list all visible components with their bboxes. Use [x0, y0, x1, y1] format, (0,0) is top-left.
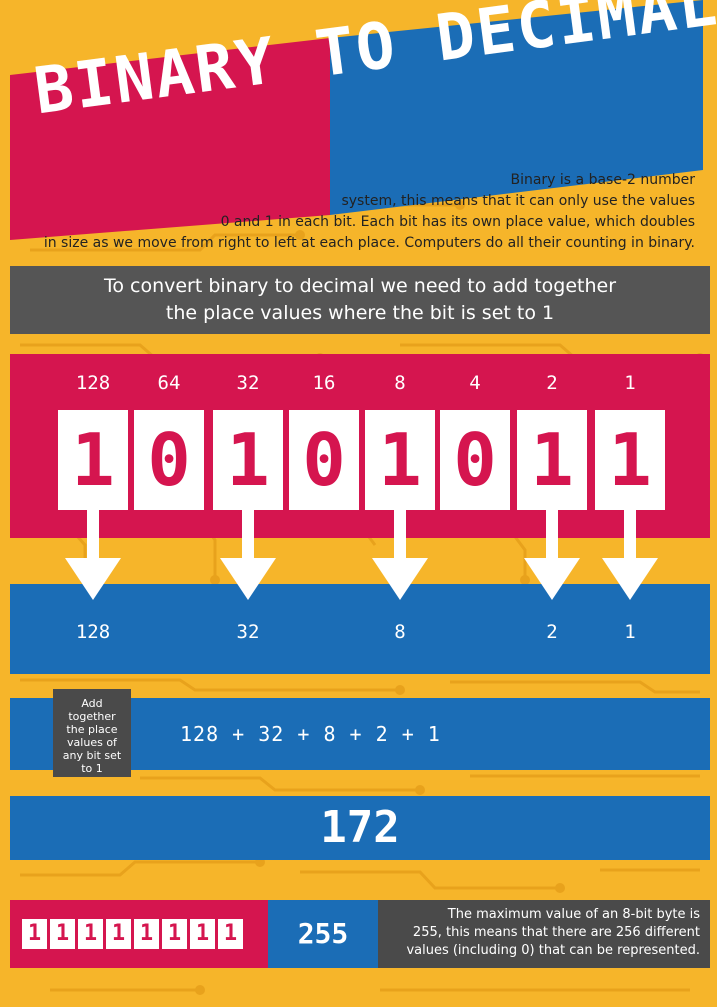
bit-box: 1: [58, 410, 128, 510]
place-value-label: 64: [157, 372, 181, 394]
bit-box: 1: [365, 410, 435, 510]
bit-box: 1: [595, 410, 665, 510]
max-byte-value: 255: [268, 900, 378, 968]
bit-box: 1: [517, 410, 587, 510]
poster: BINARY TO DECIMAL Binary is a base-2 num…: [0, 0, 717, 1007]
intro-line: system, this means that it can only use …: [341, 193, 695, 209]
bit-box: 0: [289, 410, 359, 510]
small-bit-box: 1: [22, 919, 47, 949]
max-byte-description-line: The maximum value of an 8-bit byte is: [447, 907, 700, 922]
intro-line: in size as we move from right to left at…: [43, 235, 695, 251]
instruction-line: the place values where the bit is set to…: [165, 302, 555, 324]
place-value-label: 128: [75, 372, 111, 394]
selected-value: 8: [394, 621, 406, 643]
bit-box: 0: [440, 410, 510, 510]
small-bit-box: 1: [190, 919, 215, 949]
small-bit-box: 1: [218, 919, 243, 949]
place-value-label: 16: [312, 372, 336, 394]
place-value-label: 32: [236, 372, 260, 394]
small-bit-box: 1: [106, 919, 131, 949]
selected-value: 32: [236, 621, 260, 643]
max-byte-description: The maximum value of an 8-bit byte is 25…: [378, 900, 710, 968]
selected-value: 2: [546, 621, 558, 643]
max-byte-description-line: 255, this means that there are 256 diffe…: [412, 925, 700, 940]
intro-text: Binary is a base-2 number system, this m…: [35, 170, 695, 254]
max-byte-bits: 11111111: [22, 919, 246, 949]
place-value-label: 2: [546, 372, 558, 394]
add-label: Add together the place values of any bit…: [53, 689, 131, 777]
small-bit-box: 1: [78, 919, 103, 949]
bit-box: 1: [213, 410, 283, 510]
instruction-banner: To convert binary to decimal we need to …: [10, 266, 710, 334]
intro-line: 0 and 1 in each bit. Each bit has its ow…: [220, 214, 695, 230]
place-value-label: 4: [469, 372, 481, 394]
bit-box: 0: [134, 410, 204, 510]
selected-value: 128: [75, 621, 111, 643]
small-bit-box: 1: [162, 919, 187, 949]
place-value-label: 8: [394, 372, 406, 394]
instruction-line: To convert binary to decimal we need to …: [103, 275, 617, 297]
max-byte-description-line: values (including 0) that can be represe…: [406, 943, 700, 958]
intro-line: Binary is a base-2 number: [510, 172, 695, 188]
sum-expression: 128 + 32 + 8 + 2 + 1: [180, 722, 441, 746]
result-value: 172: [320, 802, 400, 853]
place-value-label: 1: [624, 372, 636, 394]
small-bit-box: 1: [50, 919, 75, 949]
small-bit-box: 1: [134, 919, 159, 949]
selected-value: 1: [624, 621, 636, 643]
